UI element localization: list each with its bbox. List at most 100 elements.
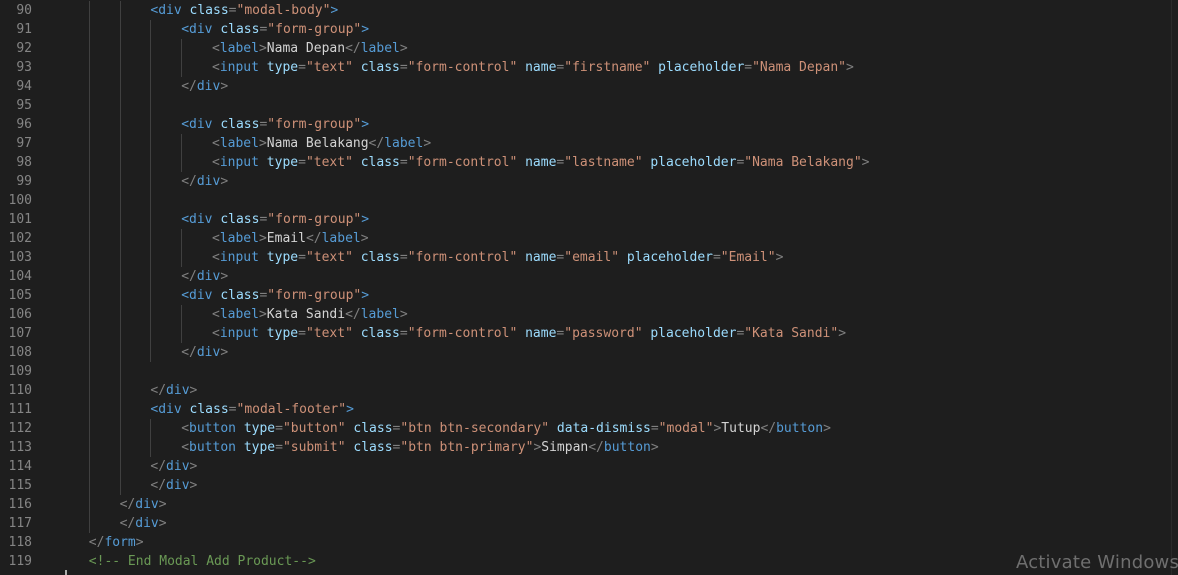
code-token: >: [361, 117, 370, 132]
code-line[interactable]: <div class="form-group">: [181, 20, 369, 39]
code-line[interactable]: <input type="text" class="form-control" …: [212, 58, 854, 77]
code-line[interactable]: </form>: [89, 533, 144, 552]
code-token: div: [166, 383, 190, 398]
line-number: 93: [16, 60, 32, 75]
code-line[interactable]: <label>Kata Sandi</label>: [212, 305, 408, 324]
code-token: name: [525, 60, 557, 75]
code-token: name: [525, 155, 557, 170]
code-token: =: [228, 3, 237, 18]
line-number: 96: [16, 117, 32, 132]
code-token: >: [258, 136, 267, 151]
code-token: >: [220, 345, 229, 360]
code-token: "form-group": [267, 117, 362, 132]
line-number: 110: [8, 383, 32, 398]
code-token: >: [399, 41, 408, 56]
code-token: </: [305, 231, 322, 246]
code-token: </: [150, 459, 167, 474]
code-token: >: [220, 174, 229, 189]
code-token: label: [384, 136, 424, 151]
code-token: placeholder: [658, 60, 745, 75]
code-token: =: [298, 60, 306, 75]
code-line[interactable]: <div class="modal-body">: [150, 1, 338, 20]
code-token: =: [275, 440, 283, 455]
code-token: >: [861, 155, 870, 170]
code-token: placeholder: [650, 326, 737, 341]
code-line[interactable]: </div>: [150, 476, 197, 495]
code-token: >: [189, 478, 198, 493]
code-token: "modal-footer": [236, 402, 347, 417]
line-number: 114: [8, 459, 32, 474]
code-token: </: [181, 174, 197, 189]
code-token: input: [219, 155, 267, 170]
code-line[interactable]: <label>Email</label>: [212, 229, 369, 248]
code-token: div: [196, 345, 221, 360]
code-line[interactable]: <div class="form-group">: [181, 286, 369, 305]
line-number: 101: [8, 212, 32, 227]
code-token: input: [219, 250, 267, 265]
code-token: >: [258, 307, 267, 322]
line-number: 119: [8, 554, 32, 569]
code-token: <div: [181, 212, 221, 227]
code-token: <: [212, 326, 220, 341]
code-line[interactable]: </div>: [120, 514, 167, 533]
code-token: <: [212, 231, 220, 246]
line-number: 115: [8, 478, 32, 493]
code-line[interactable]: <input type="text" class="form-control" …: [212, 248, 783, 267]
code-token: >: [423, 136, 432, 151]
code-token: =: [298, 155, 306, 170]
code-line[interactable]: <div class="modal-footer">: [150, 400, 354, 419]
code-line[interactable]: <input type="text" class="form-control" …: [212, 153, 870, 172]
code-token: "btn btn-secondary": [400, 421, 557, 436]
code-token: class: [220, 22, 260, 37]
code-token: "firstname": [564, 60, 659, 75]
code-line[interactable]: <button type="button" class="btn btn-sec…: [181, 419, 831, 438]
code-token: Nama Depan: [266, 41, 346, 56]
line-number: 99: [16, 174, 32, 189]
code-token: Nama Belakang: [266, 136, 369, 151]
code-token: </: [588, 440, 604, 455]
code-line[interactable]: </div>: [150, 457, 197, 476]
activate-windows-watermark: Activate Windows: [1016, 552, 1178, 573]
code-token: >: [220, 79, 229, 94]
code-line[interactable]: <div class="form-group">: [181, 115, 369, 134]
code-token: "Nama Belakang": [744, 155, 862, 170]
code-line[interactable]: <div class="form-group">: [181, 210, 369, 229]
code-token: "form-group": [267, 22, 362, 37]
line-number: 111: [8, 402, 32, 417]
code-token: >: [189, 383, 198, 398]
indent-guide: [150, 20, 152, 362]
code-token: </: [345, 307, 361, 322]
code-token: data-dismiss: [556, 421, 651, 436]
code-area[interactable]: <div class="modal-body"> <div class="form…: [58, 0, 1172, 575]
code-token: =: [650, 421, 659, 436]
code-line[interactable]: <label>Nama Belakang</label>: [212, 134, 431, 153]
line-number: 105: [8, 288, 32, 303]
line-number: 107: [8, 326, 32, 341]
code-line[interactable]: <label>Nama Depan</label>: [212, 39, 408, 58]
code-token: type: [243, 421, 276, 436]
code-token: =: [399, 250, 408, 265]
code-token: </: [150, 383, 167, 398]
code-token: placeholder: [650, 155, 737, 170]
code-token: "Nama Depan": [752, 60, 847, 75]
code-line[interactable]: </div>: [120, 495, 167, 514]
code-line[interactable]: </div>: [181, 77, 228, 96]
code-line[interactable]: <input type="text" class="form-control" …: [212, 324, 846, 343]
code-line[interactable]: </div>: [181, 267, 228, 286]
code-token: class: [360, 326, 400, 341]
code-token: "lastname": [564, 155, 651, 170]
code-token: <div: [150, 402, 190, 417]
code-editor[interactable]: 90 91 92 93 94 95 96 97 98 99 100 101 102 103 104 105 10…: [0, 0, 1178, 575]
code-token: Kata Sandi: [266, 307, 346, 322]
code-token: </: [181, 345, 197, 360]
code-token: type: [266, 155, 299, 170]
code-line[interactable]: <!-- End Modal Add Product-->: [89, 552, 316, 571]
code-token: class: [353, 421, 393, 436]
code-token: "Email": [720, 250, 776, 265]
code-line[interactable]: </div>: [181, 343, 228, 362]
code-line[interactable]: </div>: [181, 172, 228, 191]
code-line[interactable]: </div>: [150, 381, 197, 400]
vertical-scrollbar[interactable]: [1171, 0, 1178, 575]
code-line[interactable]: <button type="submit" class="btn btn-pri…: [181, 438, 659, 457]
code-token: input: [219, 326, 267, 341]
